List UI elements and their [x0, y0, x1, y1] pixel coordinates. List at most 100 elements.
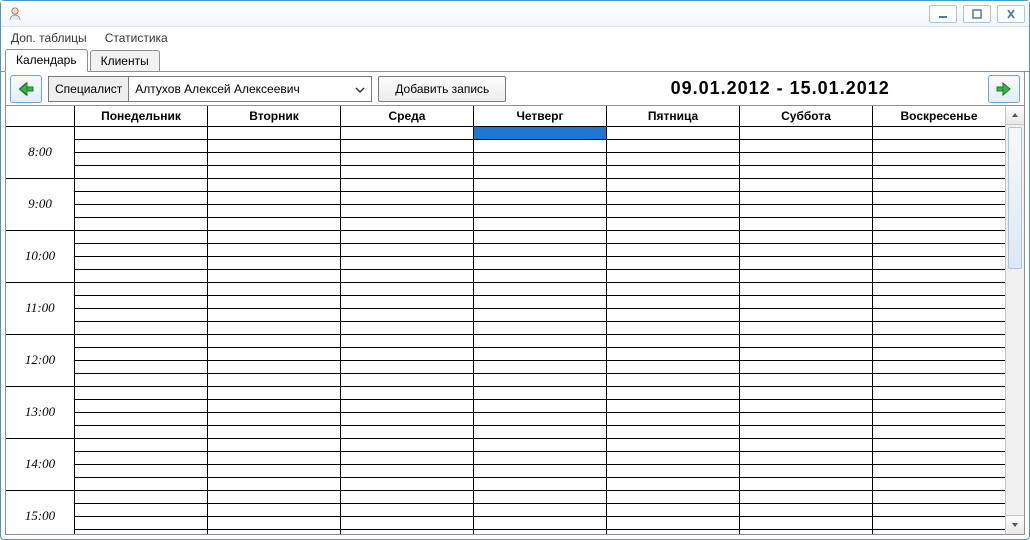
calendar-cell[interactable] — [341, 296, 474, 308]
calendar-cell[interactable] — [474, 400, 607, 412]
calendar-cell[interactable] — [474, 270, 607, 282]
calendar-cell[interactable] — [607, 426, 740, 438]
calendar-cell[interactable] — [341, 192, 474, 204]
calendar-cell[interactable] — [474, 140, 607, 152]
calendar-cell[interactable] — [873, 270, 1005, 282]
calendar-cell[interactable] — [740, 309, 873, 321]
calendar-cell[interactable] — [607, 192, 740, 204]
calendar-cell[interactable] — [607, 465, 740, 477]
tab-calendar[interactable]: Календарь — [5, 49, 88, 72]
calendar-cell[interactable] — [474, 153, 607, 165]
calendar-cell[interactable] — [474, 309, 607, 321]
calendar-cell[interactable] — [607, 530, 740, 534]
calendar-cell[interactable] — [75, 426, 208, 438]
calendar-cell[interactable] — [75, 491, 208, 503]
calendar-cell[interactable] — [740, 192, 873, 204]
calendar-cell[interactable] — [341, 231, 474, 243]
calendar-cell[interactable] — [607, 374, 740, 386]
calendar-cell[interactable] — [208, 530, 341, 534]
calendar-cell[interactable] — [208, 491, 341, 503]
calendar-cell[interactable] — [208, 218, 341, 230]
calendar-cell[interactable] — [208, 140, 341, 152]
calendar-cell[interactable] — [873, 127, 1005, 139]
calendar-cell[interactable] — [740, 504, 873, 516]
calendar-cell[interactable] — [474, 179, 607, 191]
calendar-cell[interactable] — [873, 517, 1005, 529]
calendar-cell[interactable] — [474, 465, 607, 477]
calendar-cell[interactable] — [208, 439, 341, 451]
prev-week-button[interactable] — [10, 75, 42, 103]
calendar-cell[interactable] — [341, 322, 474, 334]
calendar-cell[interactable] — [740, 374, 873, 386]
calendar-cell[interactable] — [740, 322, 873, 334]
calendar-cell[interactable] — [607, 283, 740, 295]
calendar-cell[interactable] — [873, 374, 1005, 386]
calendar-cell[interactable] — [873, 231, 1005, 243]
calendar-cell[interactable] — [474, 504, 607, 516]
calendar-cell[interactable] — [208, 179, 341, 191]
calendar-cell[interactable] — [873, 361, 1005, 373]
specialist-select[interactable]: Алтухов Алексей Алексеевич — [129, 77, 371, 101]
calendar-cell[interactable] — [208, 166, 341, 178]
calendar-cell[interactable] — [75, 244, 208, 256]
calendar-cell[interactable] — [75, 465, 208, 477]
calendar-cell[interactable] — [208, 452, 341, 464]
calendar-cell[interactable] — [740, 153, 873, 165]
calendar-cell[interactable] — [740, 361, 873, 373]
scroll-up-button[interactable] — [1006, 106, 1024, 125]
next-week-button[interactable] — [988, 75, 1020, 103]
calendar-cell[interactable] — [341, 478, 474, 490]
calendar-cell[interactable] — [208, 387, 341, 399]
calendar-cell[interactable] — [208, 465, 341, 477]
calendar-cell[interactable] — [75, 374, 208, 386]
calendar-cell[interactable] — [474, 361, 607, 373]
calendar-cell[interactable] — [607, 400, 740, 412]
calendar-cell[interactable] — [607, 231, 740, 243]
calendar-cell[interactable] — [740, 335, 873, 347]
calendar-cell[interactable] — [873, 309, 1005, 321]
calendar-cell[interactable] — [873, 218, 1005, 230]
calendar-cell[interactable] — [75, 413, 208, 425]
calendar-cell[interactable] — [75, 153, 208, 165]
calendar-cell[interactable] — [75, 348, 208, 360]
calendar-cell[interactable] — [75, 361, 208, 373]
add-record-button[interactable]: Добавить запись — [378, 76, 506, 102]
calendar-cell[interactable] — [474, 244, 607, 256]
calendar-cell[interactable] — [740, 517, 873, 529]
calendar-cell[interactable] — [341, 166, 474, 178]
calendar-cell[interactable] — [208, 426, 341, 438]
calendar-cell[interactable] — [75, 257, 208, 269]
calendar-cell[interactable] — [75, 192, 208, 204]
calendar-cell[interactable] — [341, 413, 474, 425]
calendar-cell[interactable] — [740, 478, 873, 490]
calendar-cell[interactable] — [75, 205, 208, 217]
vertical-scrollbar[interactable] — [1005, 106, 1024, 534]
calendar-cell[interactable] — [873, 192, 1005, 204]
calendar-cell[interactable] — [208, 270, 341, 282]
calendar-cell[interactable] — [474, 205, 607, 217]
calendar-cell[interactable] — [341, 452, 474, 464]
calendar-cell[interactable] — [208, 309, 341, 321]
calendar-cell[interactable] — [474, 452, 607, 464]
close-button[interactable] — [997, 5, 1025, 23]
calendar-cell[interactable] — [474, 127, 607, 139]
calendar-cell[interactable] — [341, 517, 474, 529]
calendar-cell[interactable] — [208, 153, 341, 165]
calendar-cell[interactable] — [474, 231, 607, 243]
calendar-cell[interactable] — [740, 140, 873, 152]
calendar-cell[interactable] — [607, 309, 740, 321]
calendar-cell[interactable] — [740, 426, 873, 438]
calendar-cell[interactable] — [740, 218, 873, 230]
calendar-cell[interactable] — [607, 413, 740, 425]
calendar-cell[interactable] — [740, 127, 873, 139]
calendar-cell[interactable] — [208, 231, 341, 243]
calendar-cell[interactable] — [341, 491, 474, 503]
scroll-track[interactable] — [1006, 125, 1024, 534]
calendar-cell[interactable] — [341, 400, 474, 412]
calendar-cell[interactable] — [474, 478, 607, 490]
calendar-cell[interactable] — [474, 348, 607, 360]
calendar-cell[interactable] — [75, 309, 208, 321]
calendar-cell[interactable] — [873, 257, 1005, 269]
calendar-cell[interactable] — [208, 400, 341, 412]
calendar-cell[interactable] — [873, 491, 1005, 503]
